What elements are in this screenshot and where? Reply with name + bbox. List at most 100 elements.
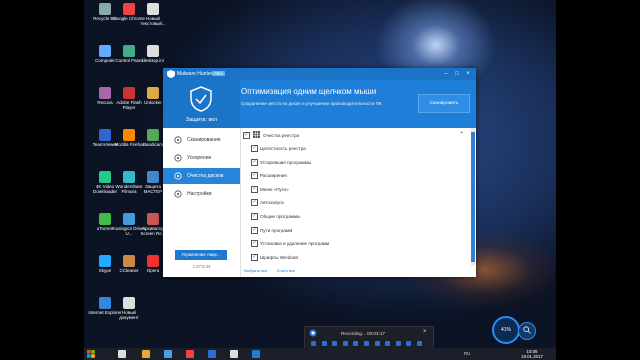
app-taskbar-icon[interactable]	[230, 350, 238, 358]
list-item-label: Общие программы	[260, 214, 301, 219]
recorder-control-icon[interactable]	[353, 341, 359, 346]
desktop-icon-glyph	[147, 255, 159, 267]
word-taskbar-icon[interactable]	[208, 350, 216, 358]
desktop-icon-glyph	[123, 255, 135, 267]
list-group-header[interactable]: ✓ Очистка реестра ⌃	[241, 130, 470, 140]
clear-all-link[interactable]: Снять все	[277, 268, 296, 273]
app-window: Malware Hunter PRO – □ × Защита: вкл Опт…	[163, 68, 476, 277]
minimize-icon[interactable]: –	[442, 70, 450, 78]
list-item[interactable]: ✓ Общие программы	[241, 211, 470, 221]
list-item-label: Установка и удаление программ	[260, 241, 330, 247]
desktop-icon[interactable]: Новый документ	[112, 297, 146, 320]
language-indicator[interactable]: RU	[464, 351, 470, 356]
item-checkbox[interactable]: ✓	[251, 172, 258, 180]
desktop-icon-glyph	[99, 87, 111, 99]
item-checkbox[interactable]: ✓	[251, 213, 258, 220]
chrome-taskbar-icon[interactable]	[186, 350, 194, 358]
close-icon[interactable]: ×	[464, 70, 472, 78]
version-label: 1.27.0.44	[192, 264, 211, 269]
scrollbar[interactable]	[471, 128, 475, 266]
recorder-control-icon[interactable]	[385, 341, 391, 346]
app-title: Malware Hunter	[177, 71, 213, 77]
list-item[interactable]: ✓ Расширения	[241, 170, 470, 180]
recorder-control-icon[interactable]	[364, 341, 369, 346]
chevron-up-icon[interactable]: ⌃	[459, 131, 464, 138]
desktop-icon-glyph	[147, 171, 159, 183]
select-all-link[interactable]: Выбрать все	[244, 268, 268, 273]
nav-item[interactable]: Очистка дисков	[163, 168, 240, 184]
scan-icon	[174, 136, 182, 144]
recorder-control-icon[interactable]	[332, 341, 338, 346]
grid-icon	[253, 131, 260, 138]
desktop-icon-label: Recuva	[97, 100, 113, 105]
taskbar: RU 10:06 19.01.2017	[84, 348, 556, 360]
item-checkbox[interactable]: ✓	[251, 185, 258, 193]
list-item[interactable]: ✓ Устаревшие программы	[241, 157, 470, 167]
list-item[interactable]: ✓ Меню «Пуск»	[241, 184, 470, 194]
recorder-logo-icon	[309, 329, 317, 337]
search-widget[interactable]	[518, 322, 536, 340]
desktop-icon-label: uTorrent	[96, 226, 114, 231]
item-checkbox[interactable]: ✓	[251, 253, 258, 261]
cleanup-list: ✓ Очистка реестра ⌃ ✓ Целостность реестра…	[241, 128, 470, 266]
item-checkbox[interactable]: ✓	[251, 240, 258, 248]
malware-hunter-taskbar-icon[interactable]	[252, 350, 260, 358]
desktop-icon[interactable]: desktop.ini	[136, 45, 170, 63]
list-item-label: Расширения	[260, 173, 287, 179]
desktop-icon-glyph	[99, 45, 111, 57]
pro-badge: PRO	[212, 71, 225, 76]
recorder-control-icon[interactable]	[374, 341, 380, 346]
desktop-icon[interactable]: Новый текстовый...	[136, 3, 170, 26]
list-item[interactable]: ✓ Пути программ	[241, 225, 470, 235]
scan-button[interactable]: Сканировать	[418, 94, 470, 113]
nav-item[interactable]: Ускорение	[163, 150, 240, 166]
desktop-icon-label: Архиватор Screen Re...	[140, 226, 166, 236]
recorder-control-icon[interactable]	[311, 341, 316, 346]
protection-status[interactable]: Защита: вкл	[163, 80, 240, 128]
recorder-control-icon[interactable]	[395, 341, 401, 346]
list-item-label: Пути программ	[260, 227, 293, 233]
item-checkbox[interactable]: ✓	[251, 145, 258, 152]
scrollbar-thumb[interactable]	[471, 132, 475, 262]
recorder-control-icon[interactable]	[342, 341, 348, 346]
list-actions: Выбрать все Снять все	[244, 268, 295, 273]
list-item[interactable]: ✓ Целостность реестра	[241, 143, 470, 153]
start-windows-icon[interactable]	[87, 350, 95, 358]
nav-item[interactable]: Сканирование	[163, 132, 240, 148]
list-item-label: Устаревшие программы	[260, 159, 312, 165]
desktop-icon-glyph	[123, 297, 135, 309]
group-checkbox[interactable]: ✓	[243, 132, 250, 139]
recorder-control-icon[interactable]	[406, 341, 412, 346]
explorer-taskbar-icon[interactable]	[142, 350, 150, 358]
list-item[interactable]: ✓ Установка и удаление программ	[241, 238, 470, 248]
manage-license-button[interactable]: Управление лице...	[175, 250, 227, 260]
desktop-icon-label: Skype	[98, 268, 112, 273]
desktop-icon-glyph	[99, 171, 111, 183]
title-bar[interactable]: Malware Hunter PRO – □ ×	[163, 68, 476, 80]
clock-date: 19.01.2017	[521, 354, 543, 359]
media-taskbar-icon[interactable]	[164, 350, 172, 358]
desktop-icon-glyph	[99, 255, 111, 267]
item-checkbox[interactable]: ✓	[251, 199, 258, 207]
header-title: Оптимизация одним щелчком мыши	[241, 87, 377, 96]
list-item[interactable]: ✓ Шрифты Windows	[241, 252, 470, 262]
maximize-icon[interactable]: □	[453, 70, 461, 78]
item-checkbox[interactable]: ✓	[251, 158, 258, 166]
desktop-icon-glyph	[123, 87, 135, 99]
recorder-control-icon[interactable]	[417, 341, 422, 346]
list-item[interactable]: ✓ Автозапуск	[241, 197, 470, 207]
desktop-icon-glyph	[147, 213, 159, 225]
recorder-close-icon[interactable]: ×	[423, 329, 427, 335]
desktop-icon-glyph	[123, 3, 135, 15]
desktop-icon-glyph	[99, 213, 111, 225]
item-checkbox[interactable]: ✓	[251, 226, 258, 234]
desktop-icon-glyph	[99, 297, 111, 309]
desktop-icon-label: Unlocker	[144, 100, 162, 105]
clock[interactable]: 10:06 19.01.2017	[512, 349, 552, 359]
desktop-icon-label: Новый текстовый...	[140, 16, 166, 26]
performance-gauge[interactable]: 41%	[492, 316, 520, 344]
ie-taskbar-icon[interactable]	[118, 350, 126, 358]
recorder-control-icon[interactable]	[321, 341, 327, 346]
search-icon	[523, 326, 531, 334]
nav-item[interactable]: Настройки	[163, 186, 240, 202]
